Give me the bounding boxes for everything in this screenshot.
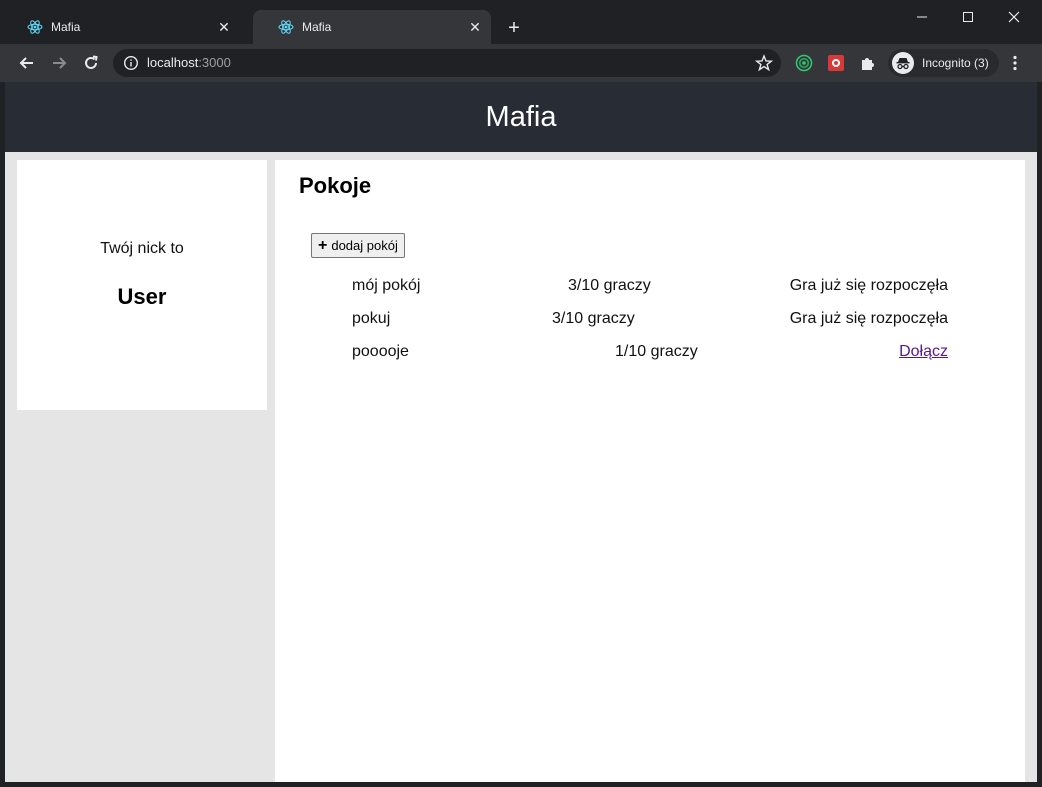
url-port: :3000	[198, 55, 231, 70]
room-name: mój pokój	[352, 277, 421, 294]
room-status: Gra już się rozpoczęła	[789, 310, 948, 327]
room-name: pokuj	[352, 310, 391, 327]
room-players: 3/10 graczy	[568, 277, 651, 294]
back-arrow-icon[interactable]	[15, 51, 39, 75]
room-row: pokuj 3/10 graczy Gra już się rozpoczęła	[352, 310, 948, 332]
tab-title: Mafia	[302, 20, 332, 34]
app-title: Mafia	[485, 100, 557, 133]
extension-target-icon[interactable]	[795, 54, 813, 72]
reload-icon[interactable]	[79, 51, 103, 75]
browser-window: Mafia ✕ Mafia ✕ + localhost:3000 Incogni…	[0, 0, 1042, 787]
profile-label: Incognito (3)	[922, 56, 989, 70]
user-card: Twój nick to User	[17, 160, 267, 410]
add-room-button[interactable]: + dodaj pokój	[311, 233, 405, 258]
react-icon	[278, 19, 294, 35]
url-text: localhost:3000	[147, 49, 231, 77]
react-icon	[27, 19, 43, 35]
room-players: 1/10 graczy	[615, 343, 698, 360]
plus-icon: +	[318, 236, 328, 254]
nick-value: User	[117, 284, 167, 309]
tab-title: Mafia	[51, 20, 81, 34]
tab-mafia-2[interactable]: Mafia ✕	[253, 10, 491, 44]
page-title: Pokoje	[299, 173, 372, 198]
room-row: mój pokój 3/10 graczy Gra już się rozpoc…	[352, 277, 948, 299]
close-icon[interactable]: ✕	[465, 17, 485, 37]
kebab-menu-icon[interactable]	[1005, 53, 1025, 73]
new-tab-button[interactable]: +	[503, 17, 525, 39]
address-bar[interactable]: localhost:3000	[113, 49, 781, 77]
forward-arrow-icon[interactable]	[47, 51, 71, 75]
rooms-panel: Pokoje + dodaj pokój mój pokój 3/10 grac…	[275, 160, 1025, 782]
room-status: Gra już się rozpoczęła	[789, 277, 948, 294]
url-host: localhost	[147, 55, 199, 70]
tab-strip: Mafia ✕ Mafia ✕ +	[0, 0, 1042, 44]
tab-mafia-1[interactable]: Mafia ✕	[2, 10, 240, 44]
join-room-link[interactable]: Dołącz	[899, 343, 948, 361]
page-viewport: Mafia Twój nick to User Pokoje + dodaj p…	[5, 82, 1037, 782]
maximize-icon[interactable]	[948, 6, 988, 28]
close-icon[interactable]: ✕	[214, 17, 234, 37]
room-name: pooooje	[352, 343, 409, 360]
app-header: Mafia	[5, 82, 1037, 152]
minimize-icon[interactable]	[902, 6, 942, 28]
info-icon[interactable]	[123, 55, 139, 71]
incognito-profile-button[interactable]: Incognito (3)	[888, 49, 999, 77]
incognito-icon	[892, 52, 914, 74]
room-row: pooooje 1/10 graczy Dołącz	[352, 343, 948, 365]
extension-red-icon[interactable]	[827, 54, 845, 72]
nick-label: Twój nick to	[100, 240, 184, 257]
bookmark-star-icon[interactable]	[754, 54, 774, 72]
room-players: 3/10 graczy	[552, 310, 635, 327]
browser-toolbar: localhost:3000 Incognito (3)	[0, 44, 1042, 82]
add-room-label: dodaj pokój	[331, 238, 398, 253]
window-close-icon[interactable]	[994, 6, 1034, 28]
extensions-puzzle-icon[interactable]	[859, 54, 877, 72]
